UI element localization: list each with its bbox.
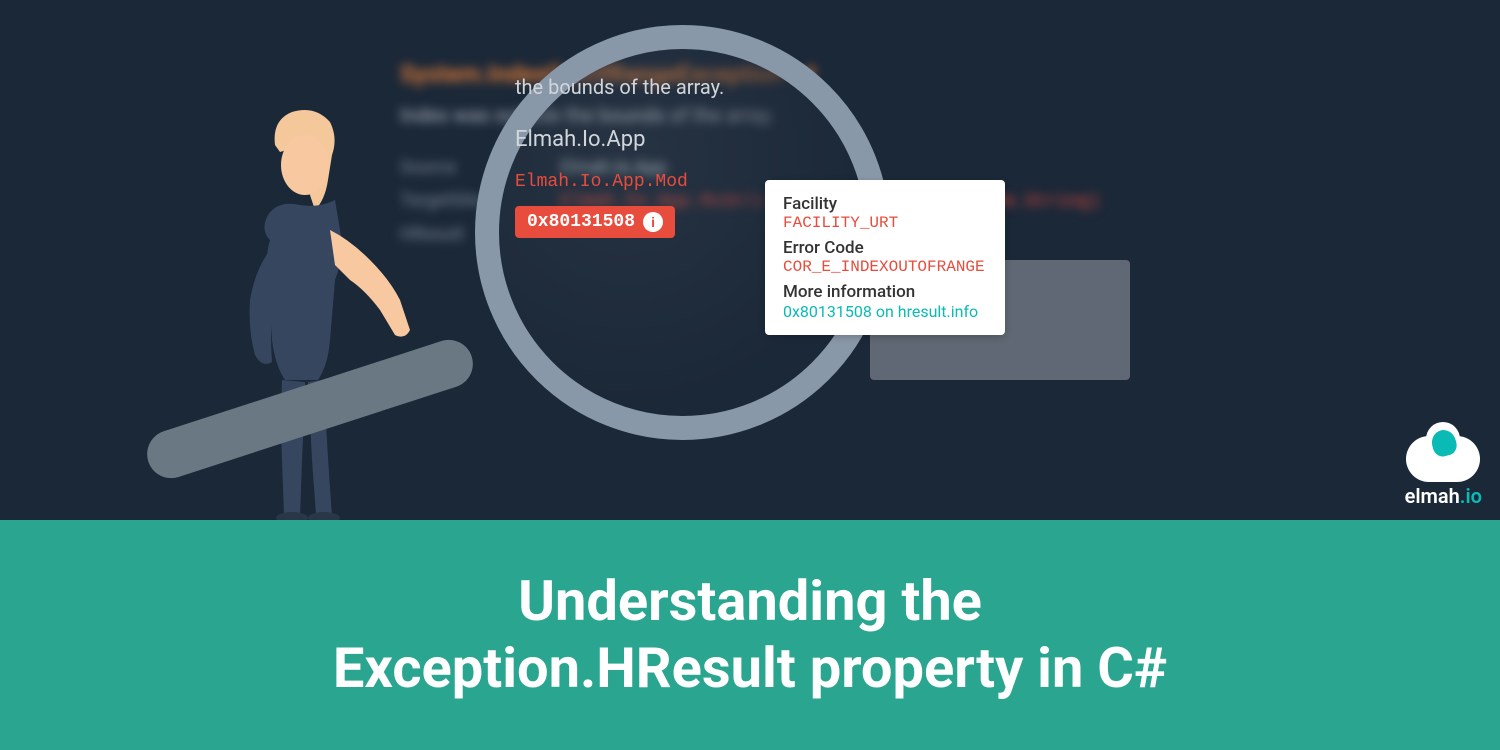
person-illustration [200, 100, 440, 520]
moreinfo-label: More information [783, 282, 987, 302]
logo-text: elmah.io [1405, 484, 1482, 508]
bug-icon [1429, 427, 1459, 458]
article-headline: Understanding the Exception.HResult prop… [333, 568, 1167, 702]
hresult-tooltip: Facility FACILITY_URT Error Code COR_E_I… [765, 180, 1005, 335]
exception-message: Index was outside the bounds of the arra… [400, 103, 1500, 127]
moreinfo-link[interactable]: 0x80131508 on hresult.info [783, 302, 987, 321]
cloud-icon [1406, 436, 1480, 482]
elmah-logo: elmah.io [1405, 436, 1482, 508]
title-banner: Understanding the Exception.HResult prop… [0, 520, 1500, 750]
exception-title: System.IndexOutOfRangeException ↗ [400, 60, 1500, 88]
errorcode-label: Error Code [783, 238, 987, 258]
source-value: Elmah.Io.App [560, 157, 667, 178]
facility-value: FACILITY_URT [783, 214, 987, 232]
facility-label: Facility [783, 194, 987, 214]
errorcode-value: COR_E_INDEXOUTOFRANGE [783, 258, 987, 276]
external-link-icon: ↗ [797, 60, 817, 88]
